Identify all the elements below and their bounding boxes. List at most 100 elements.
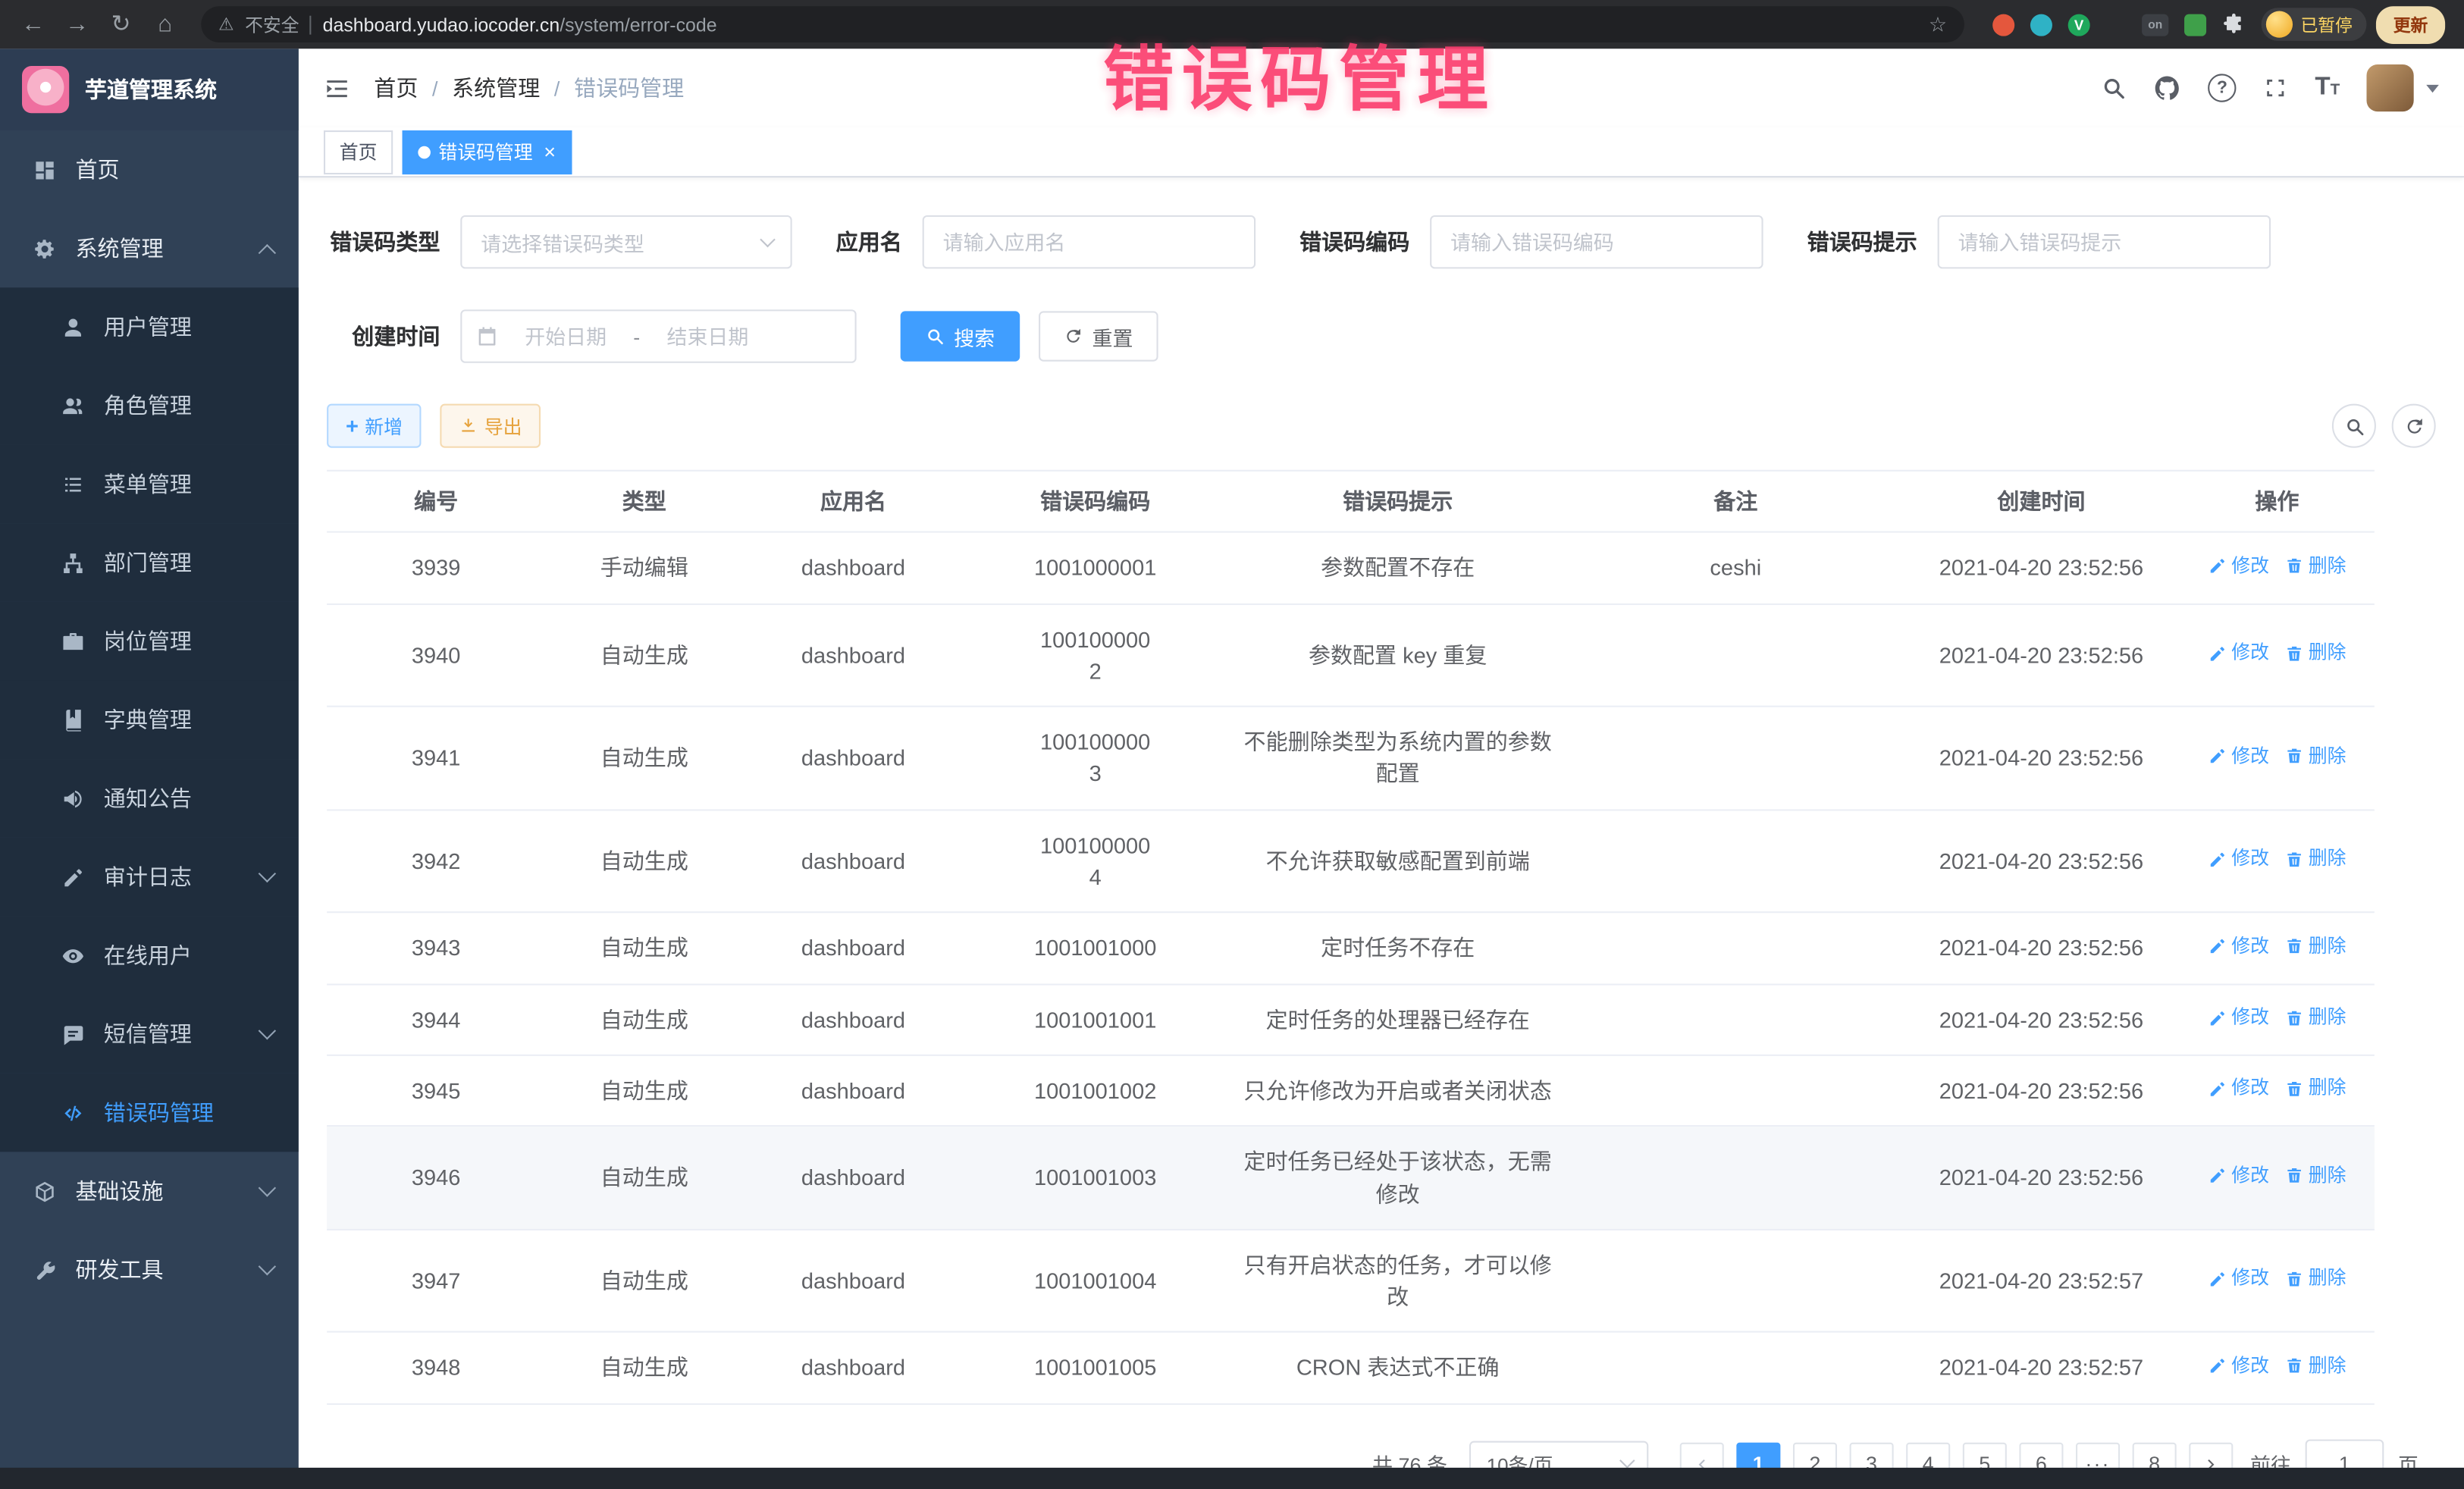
- edit-link[interactable]: 修改: [2208, 1162, 2269, 1190]
- tab-home[interactable]: 首页: [324, 130, 393, 174]
- export-button[interactable]: 导出: [440, 404, 541, 448]
- edit-link[interactable]: 修改: [2208, 1075, 2269, 1102]
- extension-vue-devtools-icon[interactable]: V: [2068, 14, 2090, 36]
- extension-pin-icon[interactable]: [2030, 14, 2052, 36]
- reset-button[interactable]: 重置: [1039, 311, 1158, 361]
- cell-actions: 修改删除: [2180, 826, 2375, 896]
- delete-link[interactable]: 删除: [2285, 640, 2346, 667]
- delete-link[interactable]: 删除: [2285, 1162, 2346, 1190]
- breadcrumb-system[interactable]: 系统管理: [452, 72, 540, 103]
- close-tab-icon[interactable]: ×: [544, 142, 556, 162]
- delete-link[interactable]: 删除: [2285, 1075, 2346, 1102]
- sidebar-item-sms-management[interactable]: 短信管理: [0, 995, 299, 1074]
- cell-actions: 修改删除: [2180, 533, 2375, 603]
- edit-link[interactable]: 修改: [2208, 1265, 2269, 1293]
- sidebar-item-dev-tools[interactable]: 研发工具: [0, 1230, 299, 1309]
- edit-link[interactable]: 修改: [2208, 1353, 2269, 1380]
- help-icon[interactable]: ?: [2208, 74, 2236, 102]
- forward-icon[interactable]: →: [57, 0, 98, 49]
- sidebar-item-error-code-management[interactable]: 错误码管理: [0, 1074, 299, 1152]
- sidebar-item-dict-management[interactable]: 字典管理: [0, 680, 299, 759]
- delete-link[interactable]: 删除: [2285, 1353, 2346, 1380]
- search-icon[interactable]: [2101, 75, 2126, 100]
- extension-grid-icon[interactable]: [2105, 14, 2126, 35]
- browser-profile-chip[interactable]: 已暂停: [2262, 8, 2367, 41]
- edit-link[interactable]: 修改: [2208, 553, 2269, 580]
- extensions-puzzle-icon[interactable]: [2222, 14, 2246, 36]
- cell-actions: 修改删除: [2180, 1056, 2375, 1126]
- tab-error-code[interactable]: 错误码管理 ×: [403, 130, 572, 174]
- column-header: 备注: [1569, 472, 1903, 531]
- sidebar-item-label: 在线用户: [104, 939, 192, 970]
- error-type-select[interactable]: 请选择错误码类型: [460, 215, 792, 268]
- date-range-picker[interactable]: -: [460, 309, 856, 362]
- sidebar-item-role-management[interactable]: 角色管理: [0, 366, 299, 445]
- delete-link[interactable]: 删除: [2285, 933, 2346, 961]
- breadcrumb: 首页 / 系统管理 / 错误码管理: [374, 72, 684, 103]
- app-name-input[interactable]: [923, 215, 1256, 268]
- sidebar-item-label: 短信管理: [104, 1018, 192, 1049]
- cell-actions: 修改删除: [2180, 985, 2375, 1055]
- sidebar-item-dept-management[interactable]: 部门管理: [0, 523, 299, 602]
- sidebar-item-audit-log[interactable]: 审计日志: [0, 838, 299, 917]
- extension-on-badge-icon[interactable]: on: [2142, 14, 2168, 36]
- cell-type: 自动生成: [545, 1056, 743, 1126]
- edit-link[interactable]: 修改: [2208, 1004, 2269, 1031]
- sidebar-item-online-users[interactable]: 在线用户: [0, 916, 299, 995]
- warning-icon: ⚠: [218, 14, 234, 35]
- tab-label: 首页: [340, 138, 378, 165]
- delete-link[interactable]: 删除: [2285, 553, 2346, 580]
- sidebar-item-post-management[interactable]: 岗位管理: [0, 602, 299, 681]
- table-header-row: 编号类型应用名错误码编码错误码提示备注创建时间操作: [327, 472, 2375, 533]
- refresh-table-button[interactable]: [2392, 404, 2436, 448]
- filter-row-2: 创建时间 - 搜索 重置: [327, 309, 2436, 362]
- reload-icon[interactable]: ↻: [101, 0, 142, 49]
- search-button[interactable]: 搜索: [901, 311, 1020, 361]
- sidebar-item-notice-announcement[interactable]: 通知公告: [0, 759, 299, 838]
- breadcrumb-home[interactable]: 首页: [374, 72, 418, 103]
- sidebar-item-menu-management[interactable]: 菜单管理: [0, 445, 299, 524]
- delete-link[interactable]: 删除: [2285, 1004, 2346, 1031]
- sidebar-item-home[interactable]: 首页: [0, 130, 299, 209]
- edit-link[interactable]: 修改: [2208, 933, 2269, 961]
- extension-record-icon[interactable]: [1992, 14, 2014, 36]
- sidebar-toggle-icon[interactable]: [324, 74, 350, 101]
- sidebar-item-infrastructure[interactable]: 基础设施: [0, 1152, 299, 1230]
- address-bar[interactable]: ⚠ 不安全 dashboard.yudao.iocoder.cn/system/…: [201, 6, 1964, 42]
- user-avatar[interactable]: [2366, 64, 2413, 111]
- toggle-search-button[interactable]: [2332, 404, 2376, 448]
- edit-link[interactable]: 修改: [2208, 743, 2269, 770]
- app-logo[interactable]: 芋道管理系统: [0, 49, 299, 130]
- delete-link[interactable]: 删除: [2285, 743, 2346, 770]
- delete-link[interactable]: 删除: [2285, 846, 2346, 873]
- sidebar-item-system-management[interactable]: 系统管理: [0, 209, 299, 288]
- end-date-input[interactable]: [648, 323, 768, 350]
- back-icon[interactable]: ←: [13, 0, 54, 49]
- browser-home-icon[interactable]: ⌂: [145, 0, 186, 49]
- sidebar-item-user-management[interactable]: 用户管理: [0, 287, 299, 366]
- sidebar-menu: 首页系统管理用户管理角色管理菜单管理部门管理岗位管理字典管理通知公告审计日志在线…: [0, 130, 299, 1309]
- browser-update-button[interactable]: 更新: [2376, 5, 2445, 43]
- cell-code: 1001001001: [964, 985, 1227, 1055]
- delete-link[interactable]: 删除: [2285, 1265, 2346, 1293]
- filter-error-code: 错误码编码: [1299, 215, 1763, 268]
- start-date-input[interactable]: [506, 323, 625, 350]
- book-icon: [60, 708, 86, 732]
- error-code-input[interactable]: [1430, 215, 1763, 268]
- edit-link[interactable]: 修改: [2208, 846, 2269, 873]
- bookmark-star-icon[interactable]: ☆: [1929, 12, 1947, 37]
- cell-code: 1001001003: [964, 1143, 1227, 1213]
- cell-id: 3940: [327, 620, 545, 690]
- extension-green-icon[interactable]: [2184, 14, 2206, 36]
- font-size-icon[interactable]: TT: [2315, 75, 2340, 100]
- edit-link[interactable]: 修改: [2208, 640, 2269, 667]
- error-hint-input[interactable]: [1938, 215, 2271, 268]
- github-icon[interactable]: [2153, 74, 2181, 102]
- add-button[interactable]: + 新增: [327, 404, 422, 448]
- cell-app: dashboard: [743, 620, 963, 690]
- sidebar-item-label: 菜单管理: [104, 469, 192, 500]
- cell-id: 3946: [327, 1143, 545, 1213]
- cell-created: 2021-04-20 23:52:56: [1903, 914, 2180, 983]
- fullscreen-icon[interactable]: [2263, 75, 2288, 100]
- caret-down-icon[interactable]: [2426, 84, 2439, 92]
